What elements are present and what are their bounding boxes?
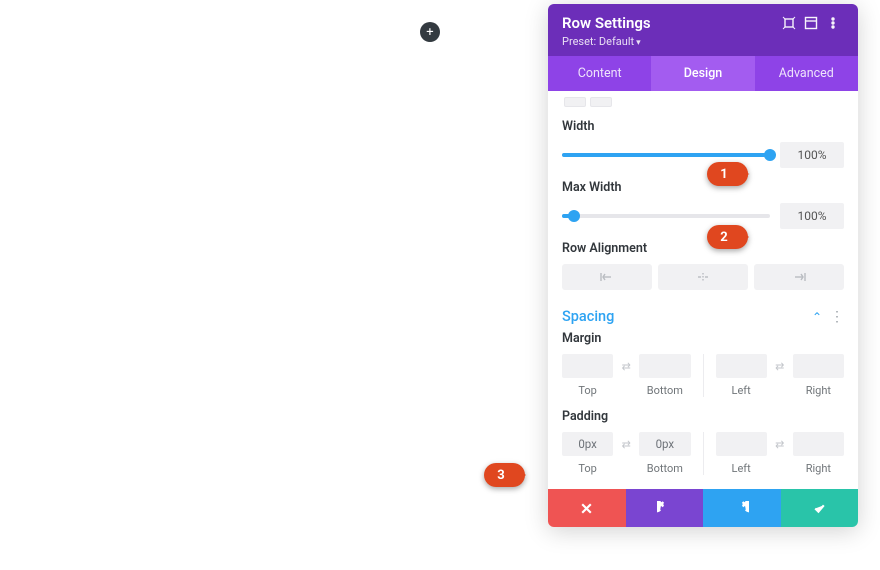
panel-footer [548, 489, 858, 527]
undo-button[interactable] [626, 489, 704, 527]
panel-body: Width Max Width Row Alignment [548, 91, 858, 489]
padding-left-input[interactable] [716, 432, 767, 456]
link-values-icon[interactable]: ⇄ [617, 432, 635, 456]
max-width-slider-row [562, 203, 844, 229]
chevron-up-icon[interactable]: ⌃ [812, 310, 822, 324]
margin-label: Margin [562, 331, 844, 346]
link-values-icon[interactable]: ⇄ [617, 354, 635, 378]
cancel-button[interactable] [548, 489, 626, 527]
padding-bottom-input[interactable] [639, 432, 690, 456]
width-slider[interactable] [562, 153, 770, 157]
align-right-button[interactable] [754, 264, 844, 290]
row-alignment-buttons [562, 264, 844, 290]
tab-content[interactable]: Content [548, 56, 651, 91]
padding-label: Padding [562, 409, 844, 424]
margin-top-label: Top [578, 384, 596, 397]
padding-right-label: Right [806, 462, 831, 475]
kebab-menu-icon[interactable] [822, 16, 844, 30]
width-input[interactable] [780, 142, 844, 168]
row-alignment-label: Row Alignment [562, 241, 844, 256]
link-values-icon[interactable]: ⇄ [771, 432, 789, 456]
pill[interactable] [564, 97, 586, 107]
margin-left-input[interactable] [716, 354, 767, 378]
row-settings-panel: Row Settings Preset: Default▾ Content De… [548, 4, 858, 527]
max-width-slider[interactable] [562, 214, 770, 218]
margin-right-label: Right [806, 384, 831, 397]
divider [703, 432, 704, 475]
panel-layout-icon[interactable] [800, 16, 822, 30]
padding-top-input[interactable] [562, 432, 613, 456]
divider [703, 354, 704, 397]
padding-bottom-label: Bottom [647, 462, 683, 475]
redo-button[interactable] [703, 489, 781, 527]
width-label: Width [562, 119, 844, 134]
margin-bottom-input[interactable] [639, 354, 690, 378]
plus-icon: + [426, 26, 433, 39]
max-width-label: Max Width [562, 180, 844, 195]
annotation-marker-3: 3 [483, 462, 527, 488]
max-width-input[interactable] [780, 203, 844, 229]
panel-header: Row Settings Preset: Default▾ [548, 4, 858, 56]
link-values-icon[interactable]: ⇄ [771, 354, 789, 378]
margin-bottom-label: Bottom [647, 384, 683, 397]
panel-title: Row Settings [562, 14, 778, 32]
responsive-pills [564, 97, 844, 107]
section-kebab-icon[interactable]: ⋮ [830, 309, 844, 325]
padding-grid: Top ⇄ Bottom Left ⇄ Right [562, 432, 844, 475]
align-center-button[interactable] [658, 264, 748, 290]
preset-label: Preset: Default [562, 35, 634, 48]
padding-top-label: Top [578, 462, 596, 475]
spacing-section-header[interactable]: Spacing ⌃ ⋮ [562, 308, 844, 325]
margin-grid: Top ⇄ Bottom Left ⇄ Right [562, 354, 844, 397]
padding-left-label: Left [732, 462, 751, 475]
align-left-button[interactable] [562, 264, 652, 290]
margin-right-input[interactable] [793, 354, 844, 378]
pill[interactable] [590, 97, 612, 107]
margin-left-label: Left [732, 384, 751, 397]
tab-advanced[interactable]: Advanced [755, 56, 858, 91]
save-button[interactable] [781, 489, 859, 527]
tab-design[interactable]: Design [651, 56, 754, 91]
chevron-down-icon: ▾ [636, 38, 641, 48]
width-slider-row [562, 142, 844, 168]
expand-icon[interactable] [778, 16, 800, 30]
tabs: Content Design Advanced [548, 56, 858, 91]
padding-right-input[interactable] [793, 432, 844, 456]
margin-top-input[interactable] [562, 354, 613, 378]
add-module-button[interactable]: + [420, 22, 440, 42]
preset-selector[interactable]: Preset: Default▾ [562, 35, 844, 48]
spacing-title: Spacing [562, 308, 812, 325]
